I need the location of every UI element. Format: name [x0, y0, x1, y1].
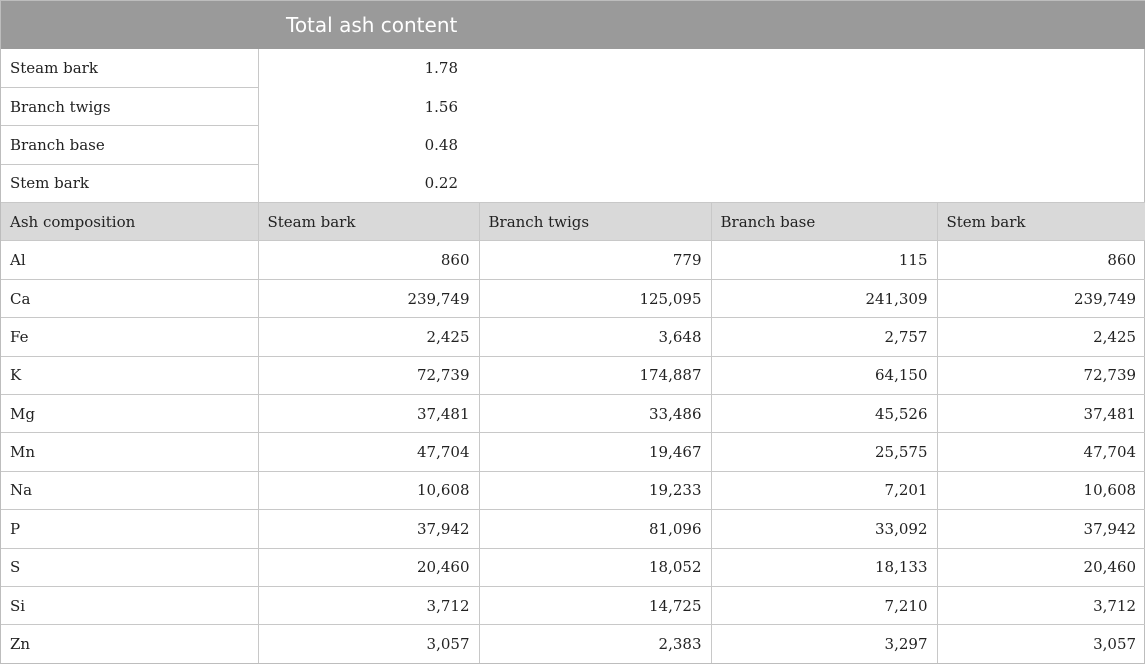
table-cell: 241,309: [710, 278, 937, 318]
table-cell: 45,526: [710, 394, 937, 433]
total-ash-row: Stem bark 0.22: [1, 164, 1145, 204]
table-cell: 37,942: [936, 509, 1145, 549]
table-cell: 18,052: [478, 547, 711, 587]
total-ash-row: Steam bark 1.78: [1, 49, 1145, 88]
table-cell: 37,942: [257, 509, 479, 549]
ash-content-table: Total ash content Steam bark 1.78 Branch t…: [1, 1, 1145, 664]
empty-cell: [479, 164, 1145, 202]
total-ash-row: Branch twigs 1.56: [1, 87, 1145, 127]
column-header: Steam bark: [257, 202, 479, 242]
total-ash-label: Branch base: [1, 125, 259, 165]
element-label: Mn: [1, 432, 258, 472]
element-label: K: [1, 355, 258, 395]
column-header: Branch twigs: [478, 202, 711, 242]
table-cell: 115: [710, 240, 937, 280]
table-row: Na 10,608 19,233 7,201 10,608: [1, 470, 1145, 510]
table-cell: 3,712: [257, 585, 479, 625]
column-header: Ash composition: [1, 202, 258, 242]
table-cell: 47,704: [936, 432, 1145, 472]
table-cell: 2,383: [478, 624, 711, 664]
element-label: S: [1, 547, 258, 587]
empty-cell: [479, 87, 1145, 125]
table-cell: 19,467: [478, 432, 711, 472]
column-header: Branch base: [710, 202, 937, 242]
element-label: Ca: [1, 278, 258, 318]
table-row: K 72,739 174,887 64,150 72,739: [1, 355, 1145, 395]
table-cell: 33,092: [710, 509, 937, 549]
total-ash-value: 1.56: [424, 97, 458, 116]
table-cell: 81,096: [478, 509, 711, 549]
table-cell: 33,486: [478, 394, 711, 433]
table-cell: 3,712: [936, 585, 1145, 625]
table-cell: 779: [478, 240, 711, 280]
table-cell: 3,297: [710, 624, 937, 664]
table-row: Zn 3,057 2,383 3,297 3,057: [1, 624, 1145, 664]
table-cell: 125,095: [478, 278, 711, 318]
table-row: Fe 2,425 3,648 2,757 2,425: [1, 317, 1145, 357]
ash-composition-section: Ash composition Steam bark Branch twigs Bra…: [1, 202, 1145, 664]
total-ash-row: Branch base 0.48: [1, 125, 1145, 165]
table-cell: 7,210: [710, 585, 937, 625]
element-label: P: [1, 509, 258, 549]
element-label: Fe: [1, 317, 258, 357]
table-row: Si 3,712 14,725 7,210 3,712: [1, 585, 1145, 625]
table-cell: 3,057: [257, 624, 479, 664]
total-ash-value: 1.78: [424, 59, 458, 78]
table-row: Mg 37,481 33,486 45,526 37,481: [1, 394, 1145, 433]
table-cell: 64,150: [710, 355, 937, 395]
table-cell: 2,757: [710, 317, 937, 357]
table-cell: 860: [257, 240, 479, 280]
table-cell: 37,481: [936, 394, 1145, 433]
element-label: Al: [1, 240, 258, 280]
table-cell: 72,739: [257, 355, 479, 395]
table-row: P 37,942 81,096 33,092 37,942: [1, 509, 1145, 549]
table-cell: 47,704: [257, 432, 479, 472]
table-cell: 2,425: [936, 317, 1145, 357]
total-ash-value: 0.48: [424, 135, 458, 154]
composition-header-row: Ash composition Steam bark Branch twigs Bra…: [1, 202, 1145, 242]
total-ash-value: 0.22: [424, 174, 458, 193]
table-cell: 25,575: [710, 432, 937, 472]
table-cell: 10,608: [936, 470, 1145, 510]
ash-table-page: Total ash content Steam bark 1.78 Branch t…: [0, 0, 1145, 664]
table-cell: 14,725: [478, 585, 711, 625]
table-row: Mn 47,704 19,467 25,575 47,704: [1, 432, 1145, 472]
table-row: S 20,460 18,052 18,133 20,460: [1, 547, 1145, 587]
total-ash-label: Steam bark: [1, 49, 259, 88]
element-label: Mg: [1, 394, 258, 433]
table-cell: 18,133: [710, 547, 937, 587]
empty-cell: [479, 49, 1145, 87]
table-cell: 2,425: [257, 317, 479, 357]
table-cell: 19,233: [478, 470, 711, 510]
table-title: Total ash content: [286, 13, 458, 37]
table-cell: 10,608: [257, 470, 479, 510]
total-ash-label: Branch twigs: [1, 87, 259, 127]
table-cell: 7,201: [710, 470, 937, 510]
table-cell: 72,739: [936, 355, 1145, 395]
total-ash-section: Steam bark 1.78 Branch twigs 1.56 Branch bas…: [1, 49, 1145, 204]
element-label: Na: [1, 470, 258, 510]
column-header: Stem bark: [936, 202, 1145, 242]
element-label: Si: [1, 585, 258, 625]
table-cell: 860: [936, 240, 1145, 280]
element-label: Zn: [1, 624, 258, 664]
empty-cell: [479, 126, 1145, 164]
total-ash-label: Stem bark: [1, 164, 259, 204]
table-cell: 174,887: [478, 355, 711, 395]
table-cell: 239,749: [257, 278, 479, 318]
table-row: Al 860 779 115 860: [1, 240, 1145, 280]
table-cell: 20,460: [257, 547, 479, 587]
table-cell: 37,481: [257, 394, 479, 433]
table-row: Ca 239,749 125,095 241,309 239,749: [1, 278, 1145, 318]
table-cell: 3,648: [478, 317, 711, 357]
table-cell: 20,460: [936, 547, 1145, 587]
table-cell: 3,057: [936, 624, 1145, 664]
title-row: Total ash content: [1, 1, 1145, 49]
title-corner: [1, 1, 258, 49]
table-cell: 239,749: [936, 278, 1145, 318]
